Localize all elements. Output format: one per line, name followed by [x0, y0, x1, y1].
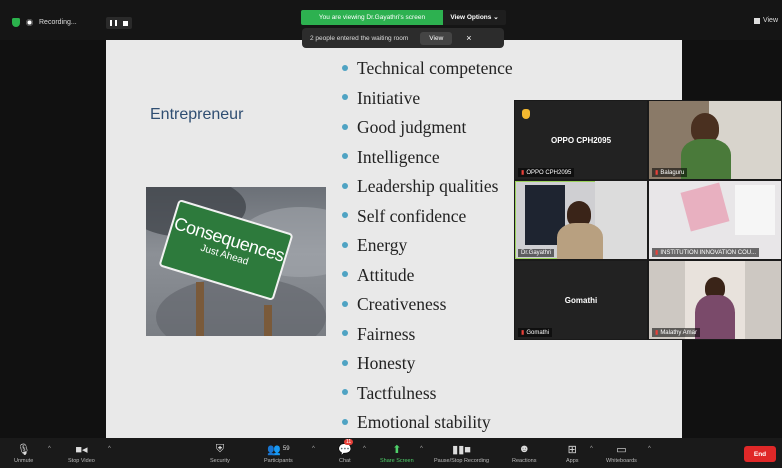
- smiley-icon: ☻: [518, 443, 531, 455]
- chevron-up-icon[interactable]: ^: [48, 446, 51, 452]
- chat-button[interactable]: 💬 11 Chat: [338, 439, 354, 464]
- video-tile[interactable]: ▮ Malathy Amar: [649, 261, 781, 339]
- pause-icon: [115, 20, 117, 26]
- video-gallery: OPPO CPH2095 ▮ OPPO CPH2095 ▮ Balaguru Dr.…: [514, 100, 782, 340]
- list-item: Intelligence: [342, 143, 513, 173]
- list-item: Honesty: [342, 349, 513, 379]
- chevron-up-icon[interactable]: ^: [590, 446, 593, 452]
- list-item: Good judgment: [342, 113, 513, 143]
- list-item: Emotional stability: [342, 408, 513, 438]
- list-item: Tactfulness: [342, 379, 513, 409]
- view-label: View: [762, 17, 778, 24]
- view-options-button[interactable]: View Options ⌄: [443, 10, 506, 25]
- video-tile[interactable]: OPPO CPH2095 ▮ OPPO CPH2095: [515, 101, 647, 179]
- participant-name-tag: ▮ Balaguru: [652, 168, 688, 177]
- list-item: Attitude: [342, 261, 513, 291]
- close-icon[interactable]: ×: [466, 33, 471, 43]
- video-tile[interactable]: Gomathi ▮ Gomathi: [515, 261, 647, 339]
- participant-name-tag: ▮ OPPO CPH2095: [518, 168, 575, 177]
- waiting-room-view-button[interactable]: View: [420, 31, 453, 45]
- stop-icon[interactable]: [123, 20, 128, 26]
- chevron-up-icon[interactable]: ^: [108, 446, 111, 452]
- recording-indicator[interactable]: Recording...: [12, 18, 77, 27]
- viewing-screen-label: You are viewing Dr.Gayathri's screen: [301, 10, 443, 25]
- muted-mic-icon: ▮: [655, 330, 659, 336]
- share-screen-button[interactable]: ⬆ Share Screen: [380, 442, 414, 465]
- consequences-sign-image: Consequences Just Ahead: [146, 187, 326, 336]
- waiting-room-text: 2 people entered the waiting room: [310, 34, 409, 42]
- record-dot-icon: [26, 19, 33, 26]
- grid-icon: [753, 17, 760, 24]
- video-tile[interactable]: Dr.Gayathri: [515, 181, 647, 259]
- stop-video-button[interactable]: ■◂ Stop Video: [68, 442, 95, 465]
- muted-mic-icon: ▮: [521, 330, 525, 336]
- end-button[interactable]: End: [744, 446, 776, 462]
- unmute-button[interactable]: 🎙 Unmute: [14, 442, 33, 465]
- list-item: Creativeness: [342, 290, 513, 320]
- pause-icon[interactable]: [110, 20, 112, 26]
- list-item: Fairness: [342, 320, 513, 350]
- video-tile[interactable]: ▮ INSTITUTION INNOVATION COU...: [649, 181, 781, 259]
- chat-bubble-icon: 💬 11: [338, 439, 354, 456]
- chevron-up-icon[interactable]: ^: [420, 446, 423, 452]
- chevron-up-icon[interactable]: ^: [312, 446, 315, 452]
- pause-stop-icon: ▮▮■: [452, 443, 471, 456]
- muted-mic-icon: ▮: [521, 170, 525, 176]
- whiteboards-button[interactable]: ▭ Whiteboards: [606, 442, 637, 465]
- view-options-banner: You are viewing Dr.Gayathri's screen Vie…: [301, 10, 506, 25]
- video-camera-icon: ■◂: [75, 443, 88, 456]
- view-button[interactable]: View: [753, 17, 778, 24]
- share-screen-icon: ⬆: [392, 443, 402, 456]
- shield-icon[interactable]: [12, 18, 20, 27]
- reactions-button[interactable]: ☻ Reactions: [512, 442, 536, 464]
- slide-title: Entrepreneur: [150, 106, 244, 123]
- muted-mic-icon: 🎙: [16, 443, 31, 456]
- meeting-toolbar: 🎙 Unmute ^ ■◂ Stop Video ^ ⛨ Security 👥 5…: [0, 438, 782, 468]
- participant-name-tag: ▮ Gomathi: [518, 328, 552, 337]
- chat-badge: 11: [344, 439, 354, 445]
- shield-icon: ⛨: [215, 442, 225, 455]
- list-item: Initiative: [342, 84, 513, 114]
- apps-button[interactable]: ⊞ Apps: [566, 442, 579, 465]
- list-item: Leadership qualities: [342, 172, 513, 202]
- muted-mic-icon: ▮: [655, 250, 659, 256]
- list-item: Energy: [342, 231, 513, 261]
- participant-name-tag: ▮ Malathy Amar: [652, 328, 700, 337]
- security-button[interactable]: ⛨ Security: [210, 442, 230, 465]
- waiting-room-notification: 2 people entered the waiting room View ×: [302, 28, 504, 48]
- participant-name-tag: ▮ INSTITUTION INNOVATION COU...: [652, 248, 760, 257]
- participants-icon: 👥 59: [267, 443, 290, 456]
- recording-controls[interactable]: [106, 17, 132, 29]
- qualities-list: Technical competence Initiative Good jud…: [342, 54, 513, 438]
- whiteboard-icon: ▭: [616, 443, 627, 456]
- pause-stop-recording-button[interactable]: ▮▮■ Pause/Stop Recording: [434, 442, 489, 465]
- participants-button[interactable]: 👥 59 Participants: [264, 442, 293, 465]
- recording-label: Recording...: [39, 19, 77, 26]
- muted-mic-icon: ▮: [655, 170, 659, 176]
- video-tile[interactable]: ▮ Balaguru: [649, 101, 781, 179]
- chevron-up-icon[interactable]: ^: [363, 446, 366, 452]
- participant-count: 59: [282, 446, 290, 452]
- zoom-meeting-window: Recording... You are viewing Dr.Gayathri…: [0, 0, 782, 468]
- list-item: Self confidence: [342, 202, 513, 232]
- list-item: Technical competence: [342, 54, 513, 84]
- chevron-up-icon[interactable]: ^: [648, 446, 651, 452]
- apps-icon: ⊞: [567, 443, 577, 456]
- participant-name-tag: Dr.Gayathri: [518, 249, 555, 257]
